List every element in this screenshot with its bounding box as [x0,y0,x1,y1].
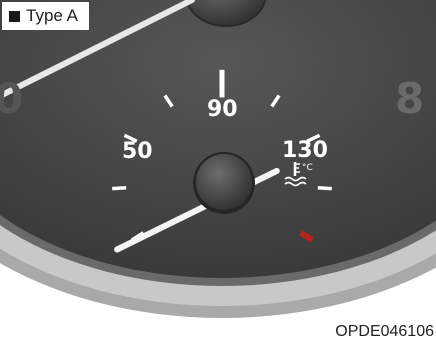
black-square-icon [9,10,20,22]
neighbor-digit-left: 0 [0,74,23,123]
gauge-svg: 0 8 50 90 130 °C [0,0,436,344]
type-label-text: Type A [26,6,78,25]
type-label: Type A [2,2,89,30]
neighbor-digit-right: 8 [395,74,424,123]
scale-label-130: 130 [282,138,328,163]
instrument-cluster-illustration: 0 8 50 90 130 °C Type A OPDE046106 [0,0,436,344]
gauge-dial-face [0,0,436,278]
scale-label-90: 90 [207,97,238,122]
figure-code: OPDE046106 [335,323,434,340]
needle-hub [196,154,252,210]
gauge-tick [317,186,332,191]
scale-label-50: 50 [122,139,153,164]
gauge-tick [112,186,127,191]
unit-label: °C [302,163,313,173]
